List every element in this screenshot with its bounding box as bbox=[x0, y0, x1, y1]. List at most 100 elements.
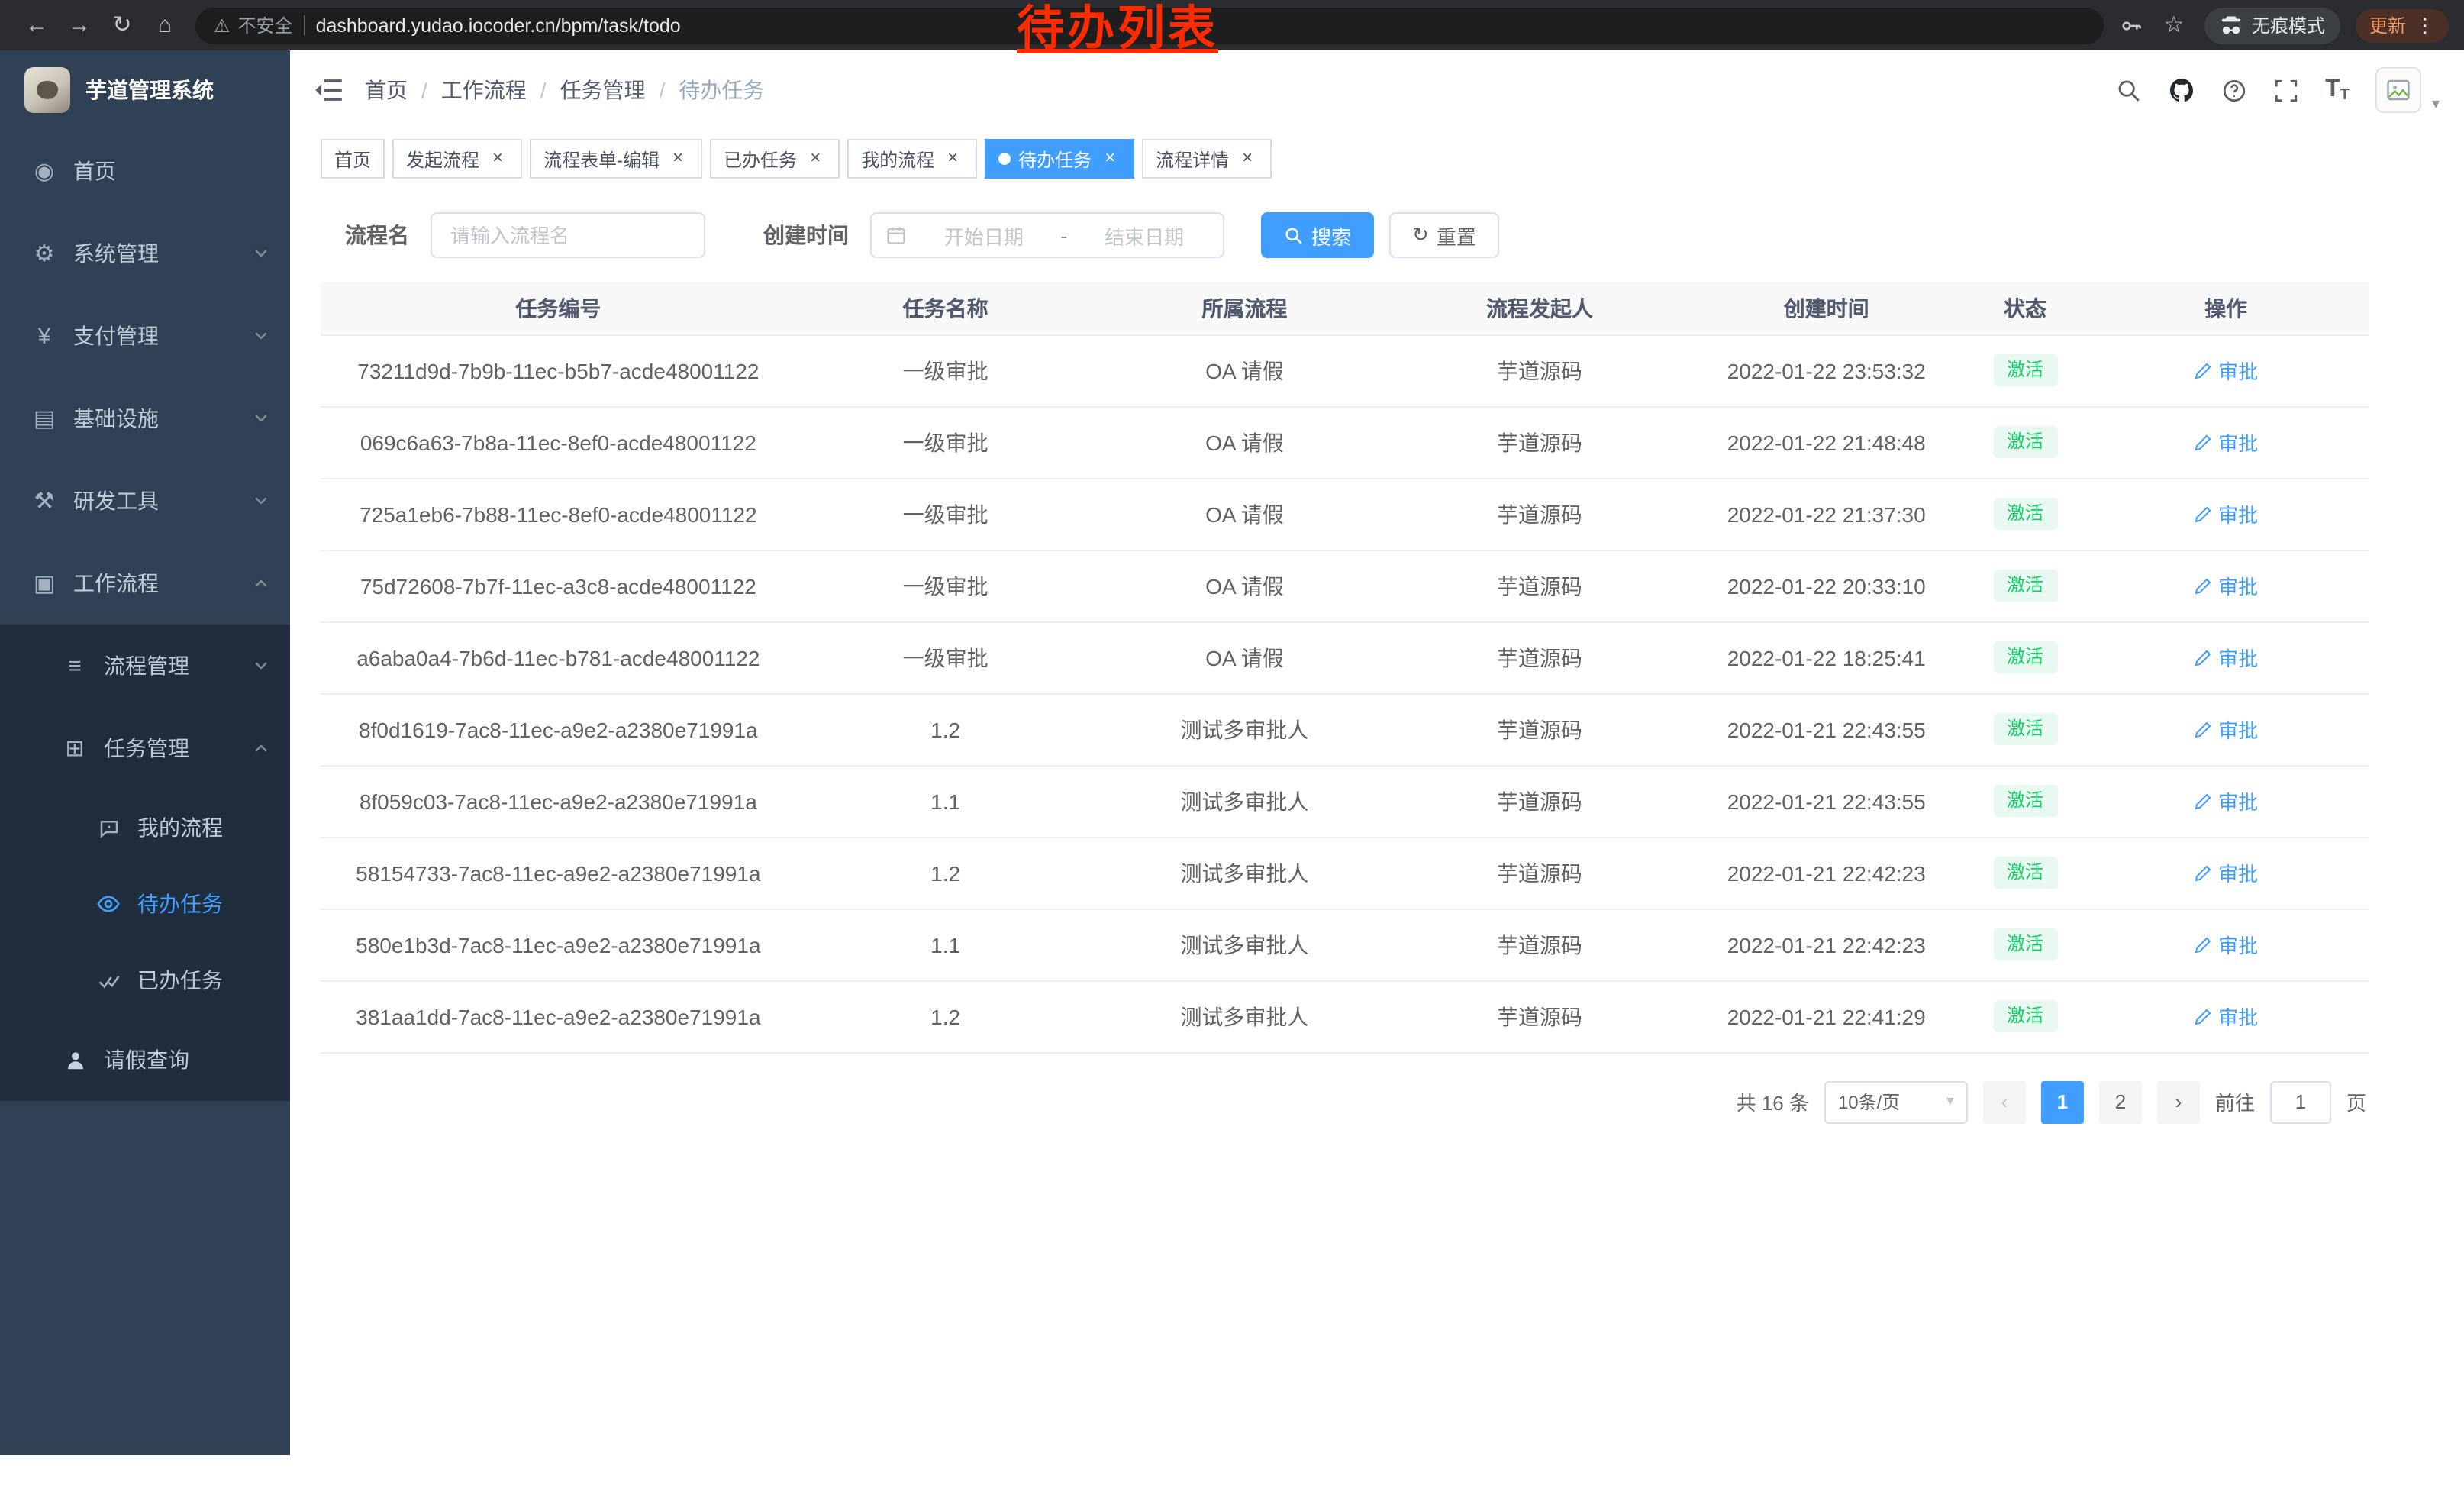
close-icon[interactable]: × bbox=[1237, 148, 1258, 169]
sidebar-item-label: 任务管理 bbox=[104, 733, 189, 763]
browser-back-icon[interactable]: ← bbox=[15, 5, 58, 45]
task-name-cell: 1.2 bbox=[796, 837, 1095, 909]
sidebar-item-payment[interactable]: ¥ 支付管理 bbox=[0, 295, 290, 377]
security-warning[interactable]: ⚠ 不安全 bbox=[214, 12, 293, 38]
browser-menu-icon[interactable]: ⋮ bbox=[2415, 13, 2435, 37]
key-icon[interactable] bbox=[2119, 13, 2143, 37]
search-icon[interactable] bbox=[2116, 77, 2142, 103]
help-icon[interactable] bbox=[2221, 77, 2247, 103]
approve-link[interactable]: 审批 bbox=[2194, 571, 2258, 600]
edit-icon bbox=[2194, 361, 2212, 379]
sidebar-item-devtools[interactable]: ⚒ 研发工具 bbox=[0, 460, 290, 542]
approve-link[interactable]: 审批 bbox=[2194, 643, 2258, 672]
tab-start-process[interactable]: 发起流程 × bbox=[392, 139, 522, 179]
url-text[interactable]: dashboard.yudao.iocoder.cn/bpm/task/todo bbox=[316, 15, 681, 36]
tab-home[interactable]: 首页 bbox=[321, 139, 385, 179]
edit-icon bbox=[2194, 433, 2212, 451]
image-placeholder-icon bbox=[2385, 76, 2412, 104]
start-date-input[interactable]: 开始日期 bbox=[919, 221, 1049, 250]
sidebar-item-label: 支付管理 bbox=[73, 321, 159, 351]
breadcrumb-home[interactable]: 首页 bbox=[365, 75, 408, 105]
bookmark-star-icon[interactable]: ☆ bbox=[2159, 5, 2189, 45]
process-name-cell: OA 请假 bbox=[1095, 406, 1395, 478]
sidebar-item-my-process[interactable]: 我的流程 bbox=[0, 789, 290, 866]
chevron-up-icon bbox=[253, 741, 269, 756]
action-cell: 审批 bbox=[2082, 765, 2369, 837]
sidebar-item-home[interactable]: ◉ 首页 bbox=[0, 130, 290, 212]
sidebar-item-system[interactable]: ⚙ 系统管理 bbox=[0, 212, 290, 295]
goto-page-input[interactable] bbox=[2270, 1080, 2331, 1123]
sidebar-item-task-manage[interactable]: ⊞ 任务管理 bbox=[0, 707, 290, 789]
approve-link[interactable]: 审批 bbox=[2194, 1002, 2258, 1031]
tab-form-edit[interactable]: 流程表单-编辑 × bbox=[530, 139, 702, 179]
logo[interactable]: 芋道管理系统 bbox=[0, 50, 290, 130]
next-page-button[interactable]: › bbox=[2157, 1080, 2200, 1123]
close-icon[interactable]: × bbox=[1099, 148, 1121, 169]
sidebar-item-leave-query[interactable]: 请假查询 bbox=[0, 1018, 290, 1101]
todo-table: 任务编号 任务名称 所属流程 流程发起人 创建时间 状态 操作 73211d9d… bbox=[321, 282, 2369, 1053]
sidebar-item-infrastructure[interactable]: ▤ 基础设施 bbox=[0, 377, 290, 460]
tab-label: 流程详情 bbox=[1156, 146, 1229, 172]
my-process-icon bbox=[95, 816, 122, 839]
sidebar-item-label: 待办任务 bbox=[137, 889, 223, 919]
sidebar-item-workflow[interactable]: ▣ 工作流程 bbox=[0, 542, 290, 625]
chevron-up-icon bbox=[253, 576, 269, 591]
action-cell: 审批 bbox=[2082, 478, 2369, 550]
approve-label: 审批 bbox=[2218, 499, 2258, 528]
search-button[interactable]: 搜索 bbox=[1261, 212, 1374, 258]
date-range-picker[interactable]: 开始日期 - 结束日期 bbox=[870, 212, 1224, 258]
approve-link[interactable]: 审批 bbox=[2194, 786, 2258, 815]
approve-label: 审批 bbox=[2218, 786, 2258, 815]
process-name-cell: OA 请假 bbox=[1095, 550, 1395, 621]
tab-process-detail[interactable]: 流程详情 × bbox=[1142, 139, 1272, 179]
reset-button[interactable]: ↻ 重置 bbox=[1389, 212, 1499, 258]
tab-todo-task[interactable]: 待办任务 × bbox=[985, 139, 1134, 179]
task-name-cell: 1.2 bbox=[796, 693, 1095, 765]
close-icon[interactable]: × bbox=[805, 148, 826, 169]
approve-link[interactable]: 审批 bbox=[2194, 858, 2258, 887]
process-name-input[interactable] bbox=[431, 212, 705, 258]
end-date-input[interactable]: 结束日期 bbox=[1079, 221, 1209, 250]
close-icon[interactable]: × bbox=[667, 148, 689, 169]
tab-done-task[interactable]: 已办任务 × bbox=[710, 139, 840, 179]
browser-reload-icon[interactable]: ↻ bbox=[101, 5, 144, 45]
update-button[interactable]: 更新 ⋮ bbox=[2356, 8, 2449, 42]
approve-link[interactable]: 审批 bbox=[2194, 356, 2258, 385]
app-header: 首页 / 工作流程 / 任务管理 / 待办任务 bbox=[290, 50, 2464, 130]
sidebar-item-label: 工作流程 bbox=[73, 568, 159, 599]
approve-link[interactable]: 审批 bbox=[2194, 715, 2258, 744]
browser-home-icon[interactable]: ⌂ bbox=[144, 5, 186, 45]
page-button-1[interactable]: 1 bbox=[2041, 1080, 2084, 1123]
search-button-label: 搜索 bbox=[1311, 221, 1351, 250]
font-size-icon[interactable]: TT bbox=[2325, 76, 2350, 104]
close-icon[interactable]: × bbox=[942, 148, 963, 169]
fullscreen-icon[interactable] bbox=[2273, 77, 2299, 103]
address-bar[interactable]: ⚠ 不安全 dashboard.yudao.iocoder.cn/bpm/tas… bbox=[195, 7, 2104, 44]
action-cell: 审批 bbox=[2082, 621, 2369, 693]
tab-my-process[interactable]: 我的流程 × bbox=[847, 139, 977, 179]
avatar-caret-icon[interactable]: ▾ bbox=[2432, 95, 2440, 112]
breadcrumb-workflow[interactable]: 工作流程 bbox=[441, 75, 527, 105]
breadcrumb-current: 待办任务 bbox=[679, 75, 764, 105]
sidebar-item-todo-task[interactable]: 待办任务 bbox=[0, 866, 290, 942]
initiator-cell: 芋道源码 bbox=[1394, 837, 1685, 909]
sidebar-item-process-manage[interactable]: ≡ 流程管理 bbox=[0, 625, 290, 707]
sidebar-toggle-icon[interactable] bbox=[314, 78, 342, 102]
github-icon[interactable] bbox=[2168, 76, 2195, 104]
close-icon[interactable]: × bbox=[487, 148, 508, 169]
browser-forward-icon[interactable]: → bbox=[58, 5, 101, 45]
process-name-cell: 测试多审批人 bbox=[1095, 765, 1395, 837]
page-button-2[interactable]: 2 bbox=[2099, 1080, 2142, 1123]
header-initiator: 流程发起人 bbox=[1394, 282, 1685, 334]
approve-link[interactable]: 审批 bbox=[2194, 428, 2258, 457]
task-name-cell: 一级审批 bbox=[796, 621, 1095, 693]
action-cell: 审批 bbox=[2082, 550, 2369, 621]
page-size-select[interactable]: 10条/页 ▾ bbox=[1824, 1080, 1968, 1123]
task-name-cell: 1.1 bbox=[796, 909, 1095, 980]
prev-page-button[interactable]: ‹ bbox=[1983, 1080, 2026, 1123]
approve-link[interactable]: 审批 bbox=[2194, 499, 2258, 528]
avatar[interactable] bbox=[2375, 67, 2421, 113]
breadcrumb-task-manage[interactable]: 任务管理 bbox=[560, 75, 646, 105]
approve-link[interactable]: 审批 bbox=[2194, 930, 2258, 959]
sidebar-item-done-task[interactable]: 已办任务 bbox=[0, 942, 290, 1018]
